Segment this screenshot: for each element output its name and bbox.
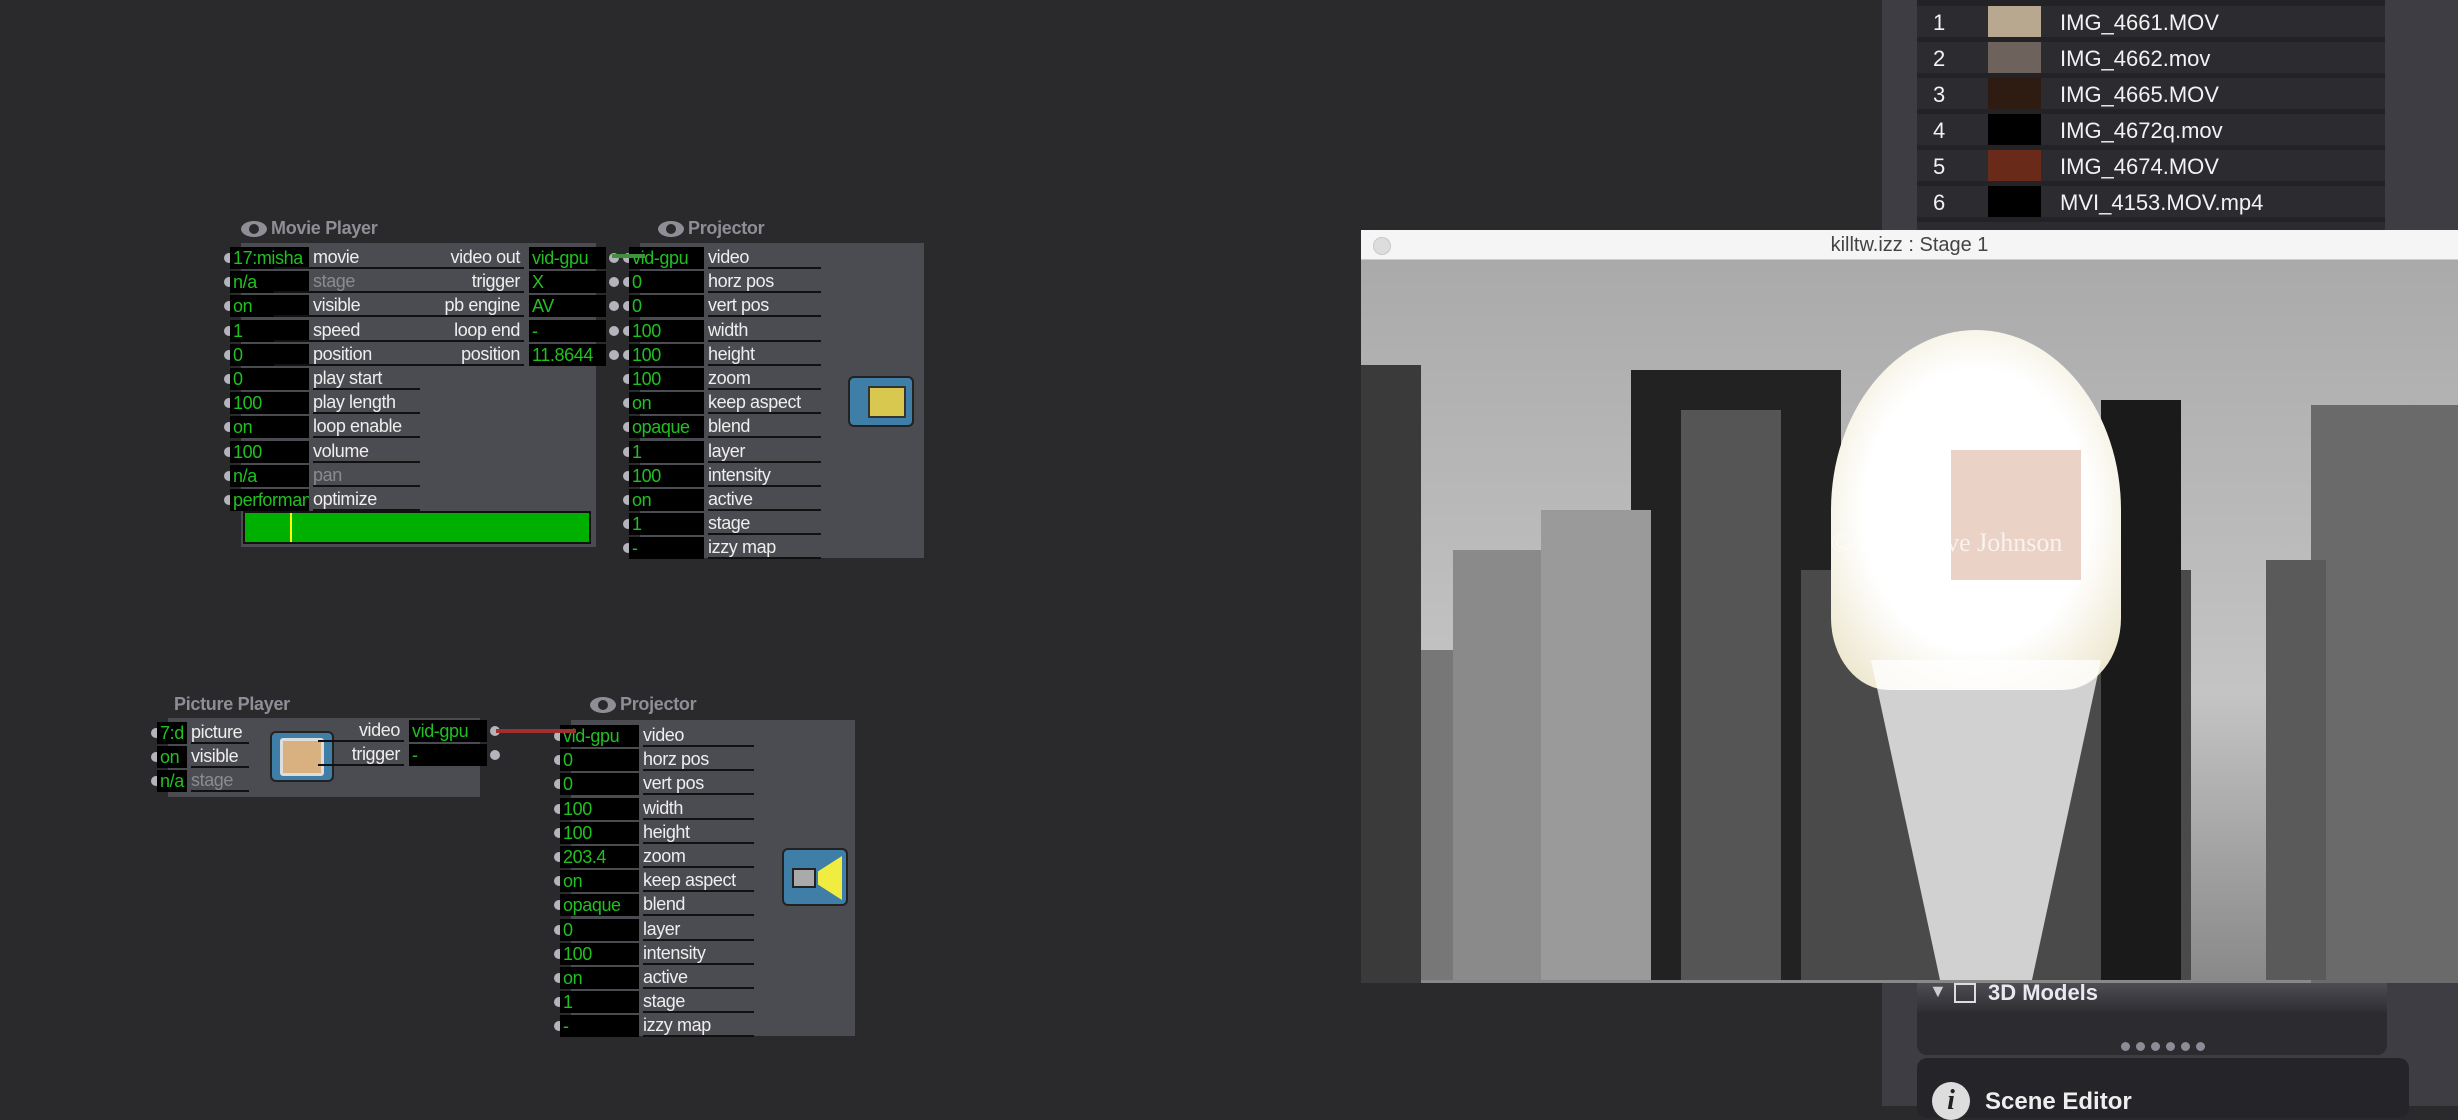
media-list-item[interactable]: 4 IMG_4672q.mov [1917, 114, 2385, 145]
media-list-item[interactable] [1917, 222, 2385, 230]
item-name: IMG_4661.MOV [2060, 10, 2219, 35]
thumbnail [1988, 150, 2041, 181]
item-name: IMG_4672q.mov [2060, 118, 2223, 143]
watermark: © 2012 Dave Johnson [1831, 528, 2063, 557]
media-list-item[interactable]: 2 IMG_4662.mov [1917, 42, 2385, 73]
stage-title-bar[interactable]: killtw.izz : Stage 1 [1361, 230, 2458, 260]
media-list-item[interactable]: 3 IMG_4665.MOV [1917, 78, 2385, 109]
disclosure-triangle-icon[interactable]: ▼ [1929, 981, 1947, 1002]
stage-output-image: © 2012 Dave Johnson [1361, 260, 2458, 983]
item-number: 4 [1933, 118, 1946, 143]
thumbnail [1988, 186, 2041, 217]
item-number: 1 [1933, 10, 1946, 35]
info-icon: i [1932, 1082, 1970, 1120]
item-name: IMG_4665.MOV [2060, 82, 2219, 107]
item-name: MVI_4153.MOV.mp4 [2060, 190, 2264, 215]
thumbnail [1988, 42, 2041, 73]
stage-title: killtw.izz : Stage 1 [1830, 234, 1989, 256]
item-name: IMG_4674.MOV [2060, 154, 2219, 179]
item-number: 5 [1933, 154, 1946, 179]
scene-editor-panel: i Scene Editor [1917, 1058, 2409, 1120]
panel-resize-handle[interactable] [2121, 1042, 2205, 1051]
item-number: 2 [1933, 46, 1946, 71]
thumbnail [1988, 6, 2041, 37]
close-button[interactable] [1373, 237, 1391, 255]
media-list-item[interactable]: 5 IMG_4674.MOV [1917, 150, 2385, 181]
item-number: 3 [1933, 82, 1946, 107]
item-name: IMG_4662.mov [2060, 46, 2211, 71]
thumbnail [1988, 114, 2041, 145]
media-list-item[interactable]: 6 MVI_4153.MOV.mp4 [1917, 186, 2385, 217]
item-number: 6 [1933, 190, 1946, 215]
cube-icon [1954, 983, 1976, 1003]
stage-window[interactable]: killtw.izz : Stage 1 © 2012 Dave Johnson [1361, 230, 2458, 983]
media-list-item[interactable]: 1 IMG_4661.MOV [1917, 6, 2385, 37]
thumbnail [1988, 78, 2041, 109]
